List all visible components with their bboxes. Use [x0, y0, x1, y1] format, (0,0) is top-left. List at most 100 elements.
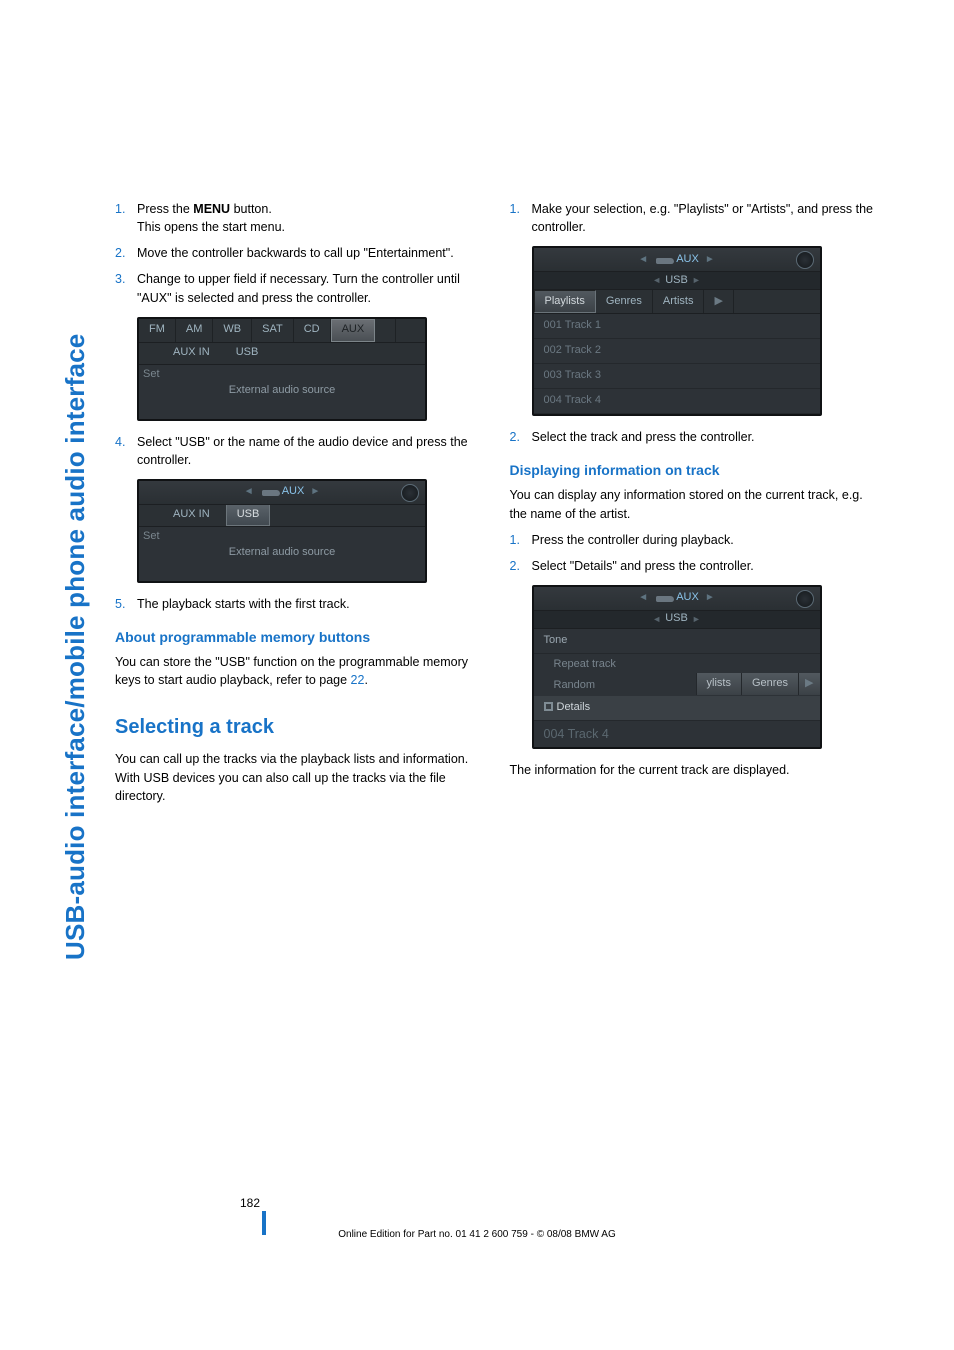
page-number: 182 — [240, 1196, 260, 1210]
idrive-screenshot-3: ◄ AUX ► ◄ USB ► Playlists Genres Artists… — [532, 246, 822, 416]
bmw-icon — [375, 319, 396, 342]
tab-fm: FM — [139, 319, 176, 342]
step-number: 1. — [510, 531, 532, 549]
title-text: AUX — [676, 590, 699, 606]
left-column: 1. Press the MENU button. This opens the… — [115, 200, 480, 813]
steps-list-3: 5. The playback starts with the first tr… — [115, 595, 480, 613]
step-item: 5. The playback starts with the first tr… — [115, 595, 480, 613]
idrive-subtitle: ◄ USB ► — [534, 611, 820, 629]
step-number: 1. — [115, 200, 137, 236]
title-text: AUX — [676, 252, 699, 268]
step-number: 5. — [115, 595, 137, 613]
play-icon: ▶ — [704, 290, 733, 313]
step-text: Select "USB" or the name of the audio de… — [137, 433, 480, 469]
tab-cd: CD — [294, 319, 331, 342]
idrive-body: Set External audio source — [139, 527, 425, 581]
idrive-top-tabs: FM AM WB SAT CD AUX — [139, 319, 425, 343]
step-text: Select "Details" and press the controlle… — [532, 557, 875, 575]
track-list: 001 Track 1 002 Track 2 003 Track 3 004 … — [534, 314, 820, 414]
bmw-roundel-icon — [796, 251, 814, 269]
tab-aux: AUX — [331, 319, 376, 342]
bmw-roundel-icon — [401, 484, 419, 502]
idrive-titlebar: ◄ AUX ► — [534, 587, 820, 611]
menu-item-tone: Tone — [534, 629, 820, 654]
arrow-left-icon: ◄ — [652, 613, 661, 626]
step-text: Move the controller backwards to call up… — [137, 244, 480, 262]
step-item: 1. Make your selection, e.g. "Playlists"… — [510, 200, 875, 236]
idrive-category-tabs: Playlists Genres Artists ▶ — [534, 290, 820, 314]
subtab-auxin: AUX IN — [163, 505, 220, 525]
idrive-subtitle: ◄ USB ► — [534, 272, 820, 290]
title-text: AUX — [282, 484, 305, 500]
menu-item-repeat: Repeat track — [534, 654, 820, 675]
page: USB-audio interface/mobile phone audio i… — [0, 0, 954, 1350]
tab-sat: SAT — [252, 319, 294, 342]
step-item: 1. Press the controller during playback. — [510, 531, 875, 549]
footer-line: Online Edition for Part no. 01 41 2 600 … — [0, 1229, 954, 1240]
step-item: 2. Select the track and press the contro… — [510, 428, 875, 446]
paragraph-info-displayed: The information for the current track ar… — [510, 761, 875, 779]
car-icon — [262, 488, 280, 496]
paragraph-memory-buttons: You can store the "USB" function on the … — [115, 653, 480, 689]
paragraph-selecting-track: You can call up the tracks via the playb… — [115, 750, 480, 804]
idrive-message: External audio source — [139, 527, 425, 581]
tab-genres: Genres — [741, 673, 798, 695]
step-text: Press the MENU button. This opens the st… — [137, 200, 480, 236]
tab-playlists: Playlists — [534, 290, 596, 313]
arrow-right-icon: ► — [705, 591, 715, 606]
heading-memory-buttons: About programmable memory buttons — [115, 627, 480, 647]
idrive-screenshot-2: ◄ AUX ► AUX IN USB Set External audio so… — [137, 479, 427, 583]
steps-list-r2: 2. Select the track and press the contro… — [510, 428, 875, 446]
track-row: 004 Track 4 — [534, 721, 820, 747]
idrive-screenshot-1: FM AM WB SAT CD AUX AUX IN USB Set Exter… — [137, 317, 427, 421]
heading-selecting-track: Selecting a track — [115, 713, 480, 742]
subtab-usb: USB — [226, 343, 269, 363]
tab-artists: Artists — [653, 290, 705, 313]
idrive-message: External audio source — [139, 365, 425, 419]
steps-list-2: 4. Select "USB" or the name of the audio… — [115, 433, 480, 469]
set-label: Set — [143, 529, 160, 545]
step-item: 1. Press the MENU button. This opens the… — [115, 200, 480, 236]
car-icon — [656, 594, 674, 602]
arrow-left-icon: ◄ — [638, 253, 648, 268]
step-number: 2. — [510, 428, 532, 446]
track-row: 003 Track 3 — [534, 364, 820, 389]
two-column-layout: 1. Press the MENU button. This opens the… — [115, 200, 874, 813]
play-icon: ▶ — [798, 673, 819, 695]
section-title-vertical: USB-audio interface/mobile phone audio i… — [60, 334, 91, 960]
arrow-left-icon: ◄ — [638, 591, 648, 606]
track-row: 004 Track 4 — [534, 389, 820, 414]
arrow-left-icon: ◄ — [244, 485, 254, 500]
step-item: 2. Select "Details" and press the contro… — [510, 557, 875, 575]
heading-displaying-info: Displaying information on track — [510, 460, 875, 480]
idrive-screenshot-4: ◄ AUX ► ◄ USB ► ylists Genres ▶ — [532, 585, 822, 749]
arrow-right-icon: ► — [705, 253, 715, 268]
idrive-sub-tabs: AUX IN USB — [139, 343, 425, 365]
idrive-titlebar: ◄ AUX ► — [139, 481, 425, 505]
paragraph-displaying-info: You can display any information stored o… — [510, 486, 875, 522]
step-number: 2. — [115, 244, 137, 262]
square-icon — [544, 702, 553, 711]
idrive-sub-tabs: AUX IN USB — [139, 505, 425, 527]
step-item: 4. Select "USB" or the name of the audio… — [115, 433, 480, 469]
set-label: Set — [143, 367, 160, 383]
tab-am: AM — [176, 319, 214, 342]
subtab-usb: USB — [226, 504, 271, 526]
subtitle-text: USB — [665, 273, 688, 289]
step-number: 3. — [115, 270, 137, 306]
step-item: 2. Move the controller backwards to call… — [115, 244, 480, 262]
right-tabs: ylists Genres ▶ — [696, 673, 820, 695]
step-number: 2. — [510, 557, 532, 575]
options-menu: ylists Genres ▶ Tone Repeat track Random… — [534, 629, 820, 747]
arrow-left-icon: ◄ — [652, 274, 661, 287]
subtab-auxin: AUX IN — [163, 343, 220, 363]
subtitle-text: USB — [665, 611, 688, 627]
step-text: The playback starts with the first track… — [137, 595, 480, 613]
page-link-22[interactable]: 22 — [351, 673, 365, 687]
step-text: Select the track and press the controlle… — [532, 428, 875, 446]
tab-ylists: ylists — [696, 673, 741, 695]
step-text: Make your selection, e.g. "Playlists" or… — [532, 200, 875, 236]
arrow-right-icon: ► — [310, 485, 320, 500]
step-text: Press the controller during playback. — [532, 531, 875, 549]
steps-list-r3: 1. Press the controller during playback.… — [510, 531, 875, 575]
